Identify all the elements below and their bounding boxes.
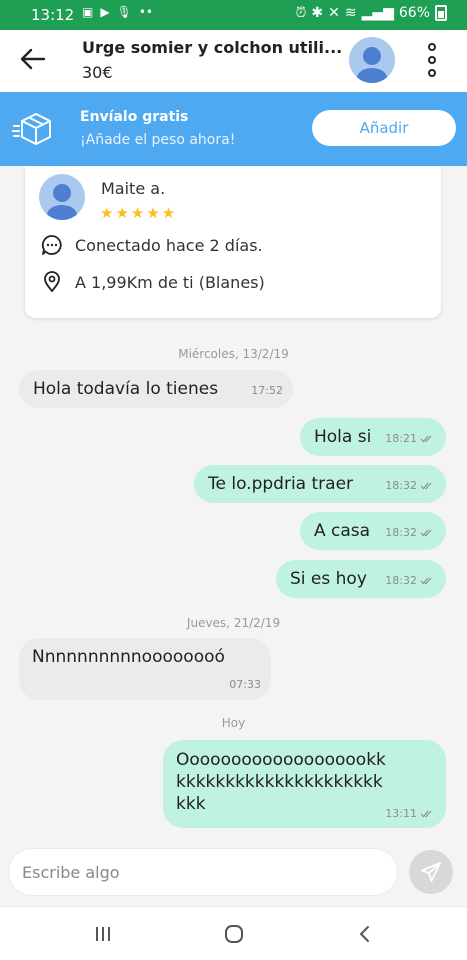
message-text: Te lo.ppdria traer [208, 474, 354, 494]
message-time-status: 18:21 [385, 420, 434, 458]
message-bubble[interactable]: A casa 18:32 [300, 512, 446, 550]
date-separator: Miércoles, 13/2/19 [178, 347, 289, 361]
back-arrow-icon[interactable] [18, 44, 48, 74]
message-input[interactable]: Escribe algo [8, 848, 398, 896]
double-check-icon [420, 482, 432, 490]
seller-card-avatar[interactable] [39, 174, 85, 220]
message-text: A casa [314, 521, 371, 541]
notification-icons: ▣ ▶ 🎙︎ •• [82, 5, 153, 19]
message-time: 07:33 [229, 678, 261, 691]
message-text: Hola si [314, 427, 372, 447]
shipping-subtitle: ¡Añade el peso ahora! [80, 132, 236, 148]
wifi-icon: ≋ [344, 5, 357, 21]
back-nav-icon[interactable] [355, 924, 375, 944]
shipping-title: Envíalo gratis [80, 109, 189, 125]
send-button[interactable] [409, 850, 453, 894]
user-avatar-icon [357, 47, 387, 83]
message-time-status: 18:32 [385, 514, 434, 552]
message-text: Si es hoy [290, 569, 367, 589]
user-avatar-icon [47, 184, 77, 220]
date-separator: Hoy [221, 716, 246, 730]
chat-bubble-icon [41, 235, 62, 255]
send-icon [421, 862, 441, 882]
seller-avatar[interactable] [349, 37, 395, 83]
bluetooth-icon: ✱ [311, 5, 324, 21]
location-text: A 1,99Km de ti (Blanes) [75, 272, 265, 292]
more-dots-icon: •• [138, 5, 153, 19]
package-icon [12, 113, 51, 145]
message-text: Hola todavía lo tienes [33, 379, 219, 399]
rating-stars: ★★★★★ [100, 204, 178, 222]
seller-name: Maite a. [101, 179, 166, 198]
message-time-status: 18:32 [385, 467, 434, 505]
battery-icon [435, 5, 447, 21]
system-icons: ⏰︎ ✱ ✕ ≋ ▂▄▆ 66% [295, 5, 447, 21]
free-shipping-banner: Envíalo gratis ¡Añade el peso ahora! Aña… [0, 92, 467, 166]
message-time-status: 13:11 [385, 807, 434, 820]
seller-location: A 1,99Km de ti (Blanes) [41, 271, 265, 293]
date-separator: Jueves, 21/2/19 [186, 616, 281, 630]
youtube-icon: ▶ [100, 5, 110, 19]
message-bubble[interactable]: Si es hoy 18:32 [276, 560, 446, 598]
double-check-icon [420, 810, 432, 818]
mute-icon: ✕ [328, 5, 340, 21]
double-check-icon [420, 577, 432, 585]
message-composer: Escribe algo [0, 840, 467, 906]
double-check-icon [420, 435, 432, 443]
signal-icon: ▂▄▆ [361, 5, 394, 21]
double-check-icon [420, 529, 432, 537]
message-bubble[interactable]: Hola si 18:21 [300, 418, 446, 456]
message-bubble[interactable]: Ooooooooooooooooookk kkkkkkkkkkkkkkkkkkk… [163, 740, 446, 828]
status-bar: 13:12 ▣ ▶ 🎙︎ •• ⏰︎ ✱ ✕ ≋ ▂▄▆ 66% [0, 0, 467, 30]
gallery-icon: ▣ [82, 5, 94, 19]
message-text: Nnnnnnnnnnoooooooó [32, 647, 225, 667]
alarm-icon: ⏰︎ [295, 5, 307, 21]
add-weight-button[interactable]: Añadir [312, 110, 456, 146]
message-text: Ooooooooooooooooookk kkkkkkkkkkkkkkkkkkk… [176, 750, 386, 814]
mic-icon: 🎙︎ [116, 5, 132, 19]
connected-text: Conectado hace 2 días. [75, 235, 263, 255]
system-navigation-bar [0, 906, 467, 960]
more-options-icon[interactable] [424, 42, 440, 78]
message-time-status: 18:32 [385, 562, 434, 600]
connection-status: Conectado hace 2 días. [41, 234, 263, 256]
message-bubble[interactable]: Hola todavía lo tienes 17:52 [19, 370, 293, 408]
message-bubble[interactable]: Te lo.ppdria traer 18:32 [194, 465, 446, 503]
seller-card: Maite a. ★★★★★ Conectado hace 2 días. A … [25, 166, 441, 318]
status-time: 13:12 [31, 6, 75, 24]
product-price: 30€ [82, 63, 113, 82]
chat-header: Urge somier y colchon utili... 30€ [0, 30, 467, 92]
message-bubble[interactable]: Nnnnnnnnnnoooooooó 07:33 [19, 638, 271, 700]
message-time: 17:52 [251, 384, 283, 397]
home-icon[interactable] [224, 924, 244, 944]
product-title[interactable]: Urge somier y colchon utili... [82, 38, 342, 57]
recent-apps-icon[interactable] [93, 924, 113, 944]
location-pin-icon [44, 271, 60, 293]
battery-percent: 66% [398, 5, 430, 21]
